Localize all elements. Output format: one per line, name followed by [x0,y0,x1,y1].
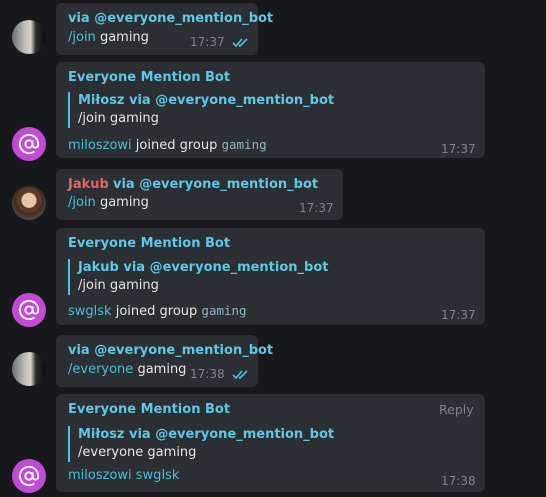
message-bubble[interactable]: Everyone Mention Bot Jakub via @everyone… [56,228,485,325]
quote-header: Jakub via @everyone_mention_bot [78,260,329,275]
message-bubble[interactable]: via @everyone_mention_bot /join gaming 1… [56,3,273,55]
bot-avatar[interactable] [12,459,46,493]
message-time: 17:38 [190,367,225,381]
user-mention[interactable]: swglsk [136,468,180,483]
reply-quote[interactable]: Miłosz via @everyone_mention_bot /join g… [68,92,334,128]
user-avatar[interactable] [12,20,46,54]
message-bubble[interactable]: Everyone Mention Bot Reply Miłosz via @e… [56,394,485,492]
message-text: joined group [135,138,218,153]
command-link[interactable]: /join [68,195,96,210]
bot-avatar[interactable] [12,127,46,161]
message-text: gaming [99,195,149,210]
at-sign-icon [18,133,40,155]
reply-quote[interactable]: Jakub via @everyone_mention_bot /join ga… [68,259,329,295]
user-avatar[interactable] [12,352,46,386]
at-sign-icon [18,465,40,487]
via-bot-label[interactable]: via @everyone_mention_bot [113,177,318,192]
group-name: gaming [221,137,267,152]
sender-name[interactable]: Jakub [68,177,109,192]
bot-name[interactable]: Everyone Mention Bot [68,402,230,417]
double-check-icon [232,38,248,48]
command-link[interactable]: /everyone [68,362,133,377]
jakub-avatar[interactable] [12,186,46,220]
quote-header: Miłosz via @everyone_mention_bot [78,427,335,442]
quote-header: Miłosz via @everyone_mention_bot [78,93,335,108]
user-mention[interactable]: swglsk [68,304,112,319]
command-link[interactable]: /join [68,30,96,45]
user-mention[interactable]: miloszowi [68,468,132,483]
message-bubble[interactable]: Jakub via @everyone_mention_bot /join ga… [56,169,343,220]
quote-text: /join gaming [78,278,159,293]
at-sign-icon [18,299,40,321]
quote-text: /everyone gaming [78,445,197,460]
message-bubble[interactable]: Everyone Mention Bot Miłosz via @everyon… [56,62,485,158]
quote-text: /join gaming [78,111,159,126]
message-text: joined group [115,304,198,319]
message-time: 17:37 [190,35,225,49]
bot-avatar[interactable] [12,293,46,327]
message-text: gaming [99,30,149,45]
message-time: 17:37 [299,201,334,215]
via-bot-label[interactable]: via @everyone_mention_bot [68,11,273,26]
group-name: gaming [201,303,247,318]
bot-name[interactable]: Everyone Mention Bot [68,236,230,251]
message-time: 17:37 [441,308,476,322]
message-time: 17:38 [441,474,476,488]
message-text: gaming [137,362,187,377]
reply-quote[interactable]: Miłosz via @everyone_mention_bot /everyo… [68,426,334,462]
user-mention[interactable]: miloszowi [68,138,132,153]
via-bot-label[interactable]: via @everyone_mention_bot [68,343,273,358]
reply-button[interactable]: Reply [439,402,474,417]
bot-name[interactable]: Everyone Mention Bot [68,70,230,85]
double-check-icon [232,370,248,380]
message-bubble[interactable]: via @everyone_mention_bot /everyone gami… [56,335,273,387]
message-time: 17:37 [441,142,476,156]
